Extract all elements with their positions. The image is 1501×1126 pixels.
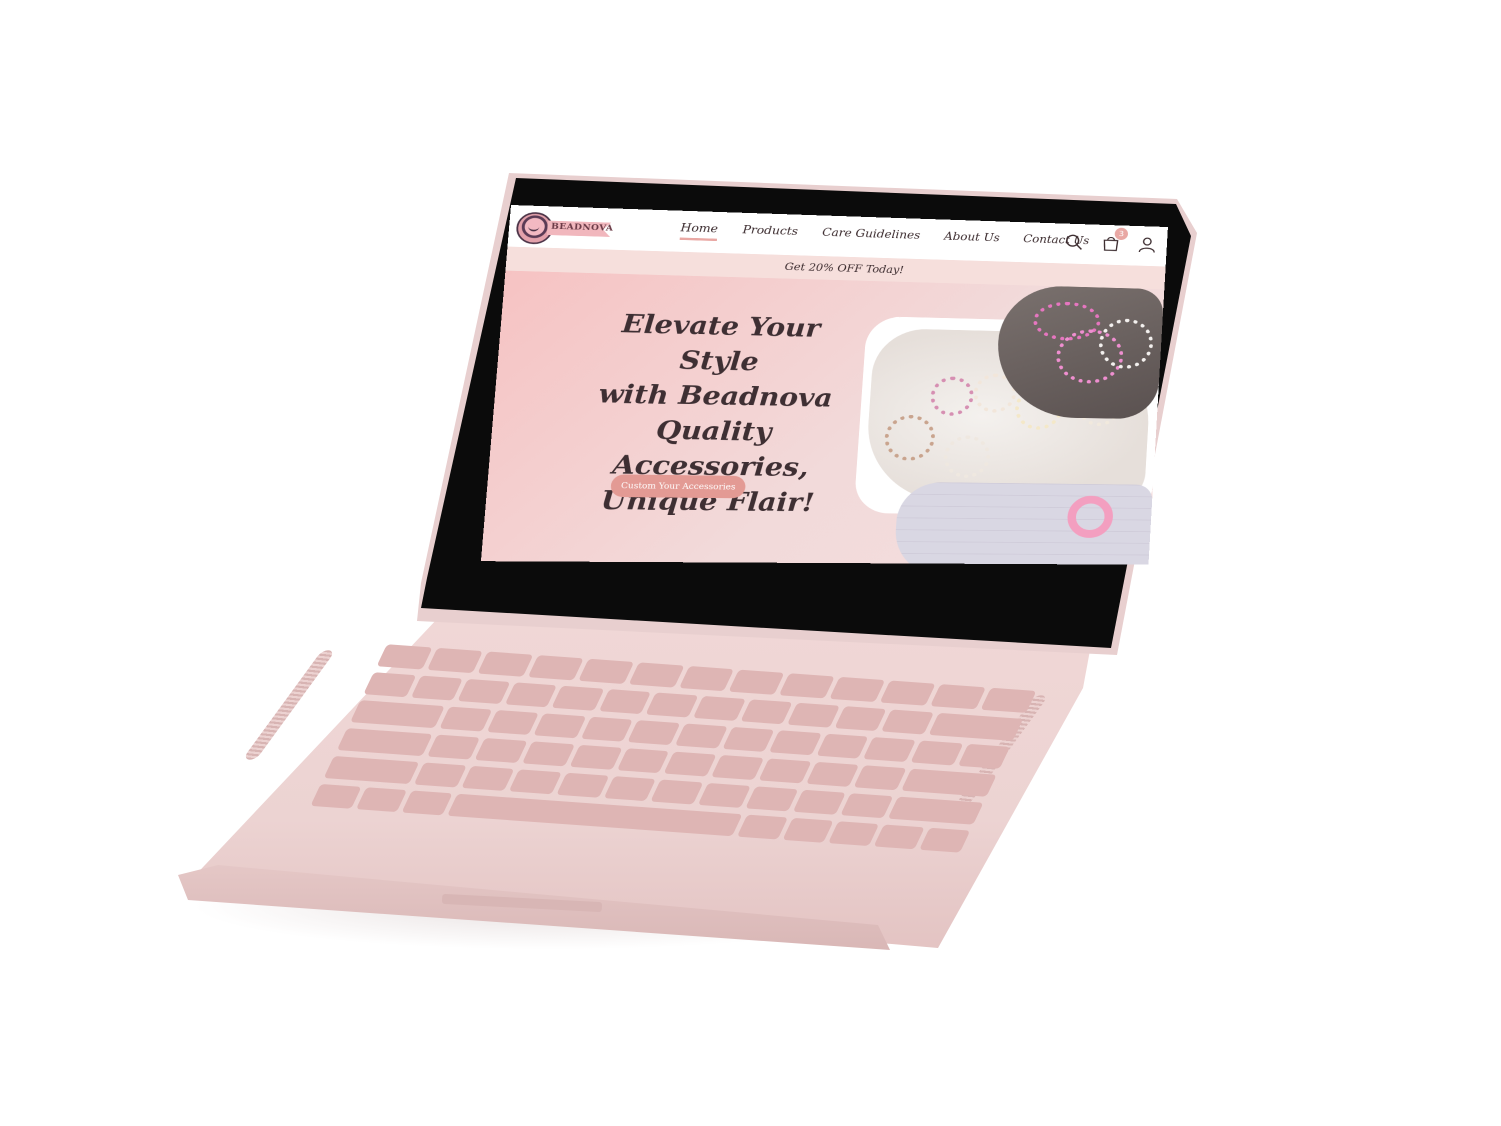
bracelet <box>1097 318 1155 370</box>
hero-title-line: Quality Accessories, <box>611 414 810 483</box>
nav-links: Home Products Care Guidelines About Us C… <box>679 221 1090 253</box>
website-screen: BEADNOVA Home Products Care Guidelines A… <box>480 205 1168 565</box>
search-icon[interactable] <box>1064 233 1085 252</box>
logo-smile <box>527 224 540 232</box>
bracelet <box>929 376 975 417</box>
custom-accessories-button[interactable]: Custom Your Accessories <box>610 474 747 499</box>
header-icons: 3 <box>1064 227 1158 254</box>
bracelet <box>883 414 937 461</box>
hero-title-line: with Beadnova <box>597 378 834 413</box>
bracelet <box>942 435 992 479</box>
flower-bead <box>1066 495 1115 539</box>
user-icon[interactable] <box>1137 235 1158 254</box>
shopping-bag-icon[interactable]: 3 <box>1100 227 1129 253</box>
hero-title-line: Elevate Your Style <box>620 308 822 377</box>
beads-tray-photo <box>892 481 1154 565</box>
laptop-mockup: BEADNOVA Home Products Care Guidelines A… <box>0 0 1501 1126</box>
nav-home[interactable]: Home <box>679 221 719 242</box>
nav-products[interactable]: Products <box>742 224 798 244</box>
cart-count-badge: 3 <box>1114 227 1129 241</box>
nav-care-guidelines[interactable]: Care Guidelines <box>821 226 921 247</box>
nav-about-us[interactable]: About Us <box>943 230 1000 249</box>
hero-section: Elevate Your Style with Beadnova Quality… <box>480 270 1165 565</box>
